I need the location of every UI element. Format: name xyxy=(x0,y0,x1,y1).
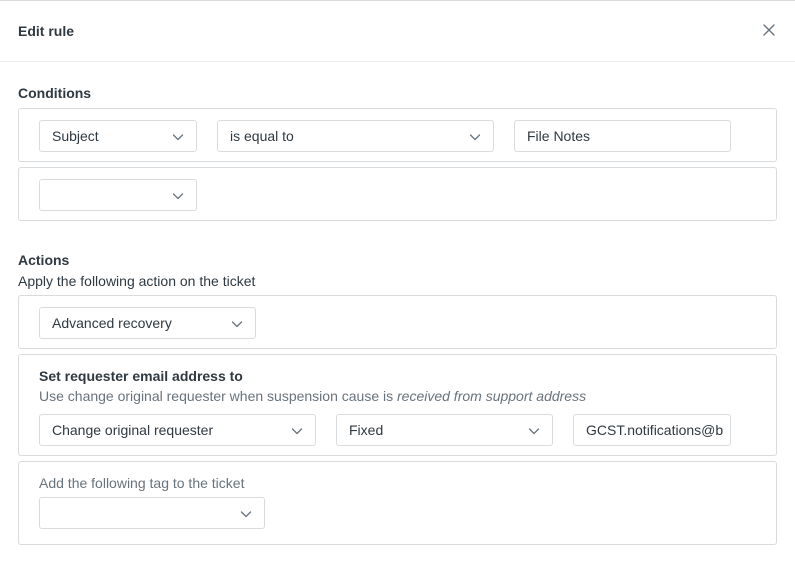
chevron-down-icon xyxy=(240,511,252,518)
action-type-value: Advanced recovery xyxy=(52,315,172,331)
requester-hint: Use change original requester when suspe… xyxy=(39,388,586,404)
tag-panel: Add the following tag to the ticket xyxy=(18,461,777,545)
modal-title: Edit rule xyxy=(18,23,75,39)
action-type-panel: Advanced recovery xyxy=(18,295,777,349)
requester-panel: Set requester email address to Use chang… xyxy=(18,354,777,456)
chevron-down-icon xyxy=(469,134,481,141)
condition-row-1: Subject is equal to File Notes xyxy=(18,108,777,162)
condition-value-input[interactable]: File Notes xyxy=(514,120,731,152)
edit-rule-modal: Edit rule Conditions Subject is equal to… xyxy=(0,0,795,565)
condition-field-select[interactable]: Subject xyxy=(39,120,197,152)
conditions-title: Conditions xyxy=(18,85,92,101)
modal-header: Edit rule xyxy=(0,1,795,62)
close-button[interactable] xyxy=(761,22,777,38)
actions-subtitle: Apply the following action on the ticket xyxy=(18,273,256,289)
condition-operator-select[interactable]: is equal to xyxy=(217,120,494,152)
requester-hint-prefix: Use change original requester when suspe… xyxy=(39,388,397,404)
requester-title: Set requester email address to xyxy=(39,368,243,384)
chevron-down-icon xyxy=(291,428,303,435)
chevron-down-icon xyxy=(172,134,184,141)
tag-select[interactable] xyxy=(39,497,265,529)
requester-mode-select[interactable]: Change original requester xyxy=(39,414,316,446)
requester-email-text: GCST.notifications@b xyxy=(586,422,724,438)
requester-hint-emphasis: received from support address xyxy=(397,388,587,404)
condition-value-text: File Notes xyxy=(527,128,591,144)
chevron-down-icon xyxy=(528,428,540,435)
requester-type-value: Fixed xyxy=(349,422,384,438)
requester-mode-value: Change original requester xyxy=(52,422,214,438)
requester-type-select[interactable]: Fixed xyxy=(336,414,553,446)
chevron-down-icon xyxy=(172,193,184,200)
requester-email-input[interactable]: GCST.notifications@b xyxy=(573,414,731,446)
condition-field-value: Subject xyxy=(52,128,99,144)
condition-row-2 xyxy=(18,167,777,221)
tag-label: Add the following tag to the ticket xyxy=(39,475,245,491)
actions-title: Actions xyxy=(18,252,70,268)
close-icon xyxy=(763,24,775,36)
action-type-select[interactable]: Advanced recovery xyxy=(39,307,256,339)
condition-operator-value: is equal to xyxy=(230,128,294,144)
condition-new-field-select[interactable] xyxy=(39,179,197,211)
chevron-down-icon xyxy=(231,321,243,328)
